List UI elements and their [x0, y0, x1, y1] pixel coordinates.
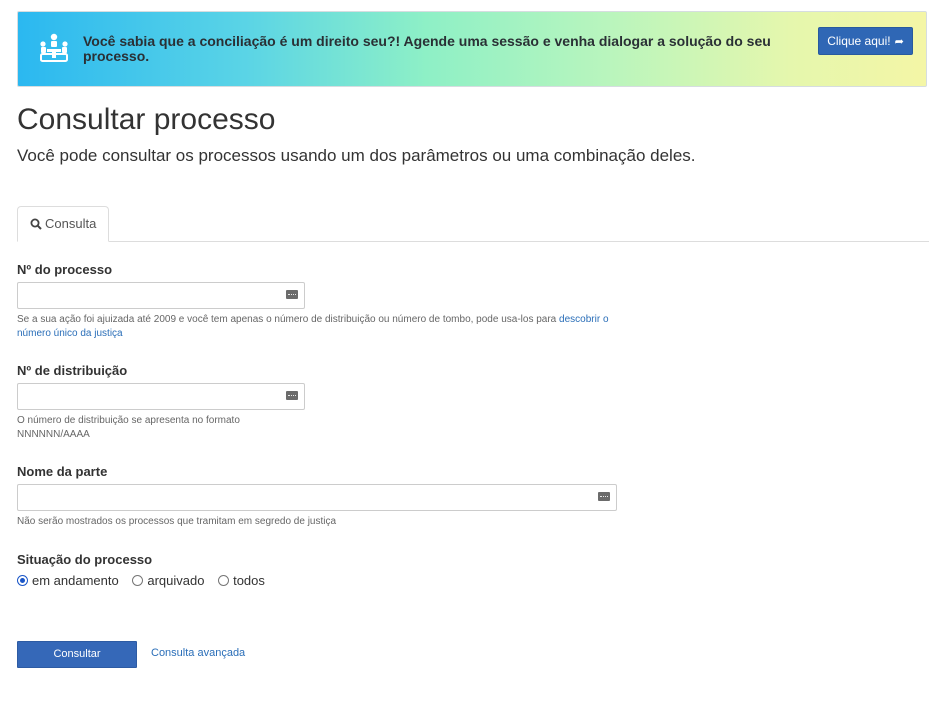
situacao-radio-group: em andamento arquivado todos	[17, 573, 275, 588]
numero-distribuicao-label: Nº de distribuição	[17, 363, 128, 378]
page-title: Consultar processo	[17, 103, 276, 136]
numero-distribuicao-help: O número de distribuição se apresenta no…	[17, 414, 240, 442]
keyboard-icon[interactable]	[286, 290, 298, 299]
tabs-divider	[17, 241, 929, 242]
numero-processo-field[interactable]	[17, 282, 305, 309]
numero-distribuicao-field[interactable]	[17, 383, 305, 410]
banner-cta-button[interactable]: Clique aqui! ➦	[818, 27, 913, 55]
radio-em-andamento[interactable]: em andamento	[17, 573, 119, 588]
numero-processo-help: Se a sua ação foi ajuizada até 2009 e vo…	[17, 313, 627, 341]
situacao-label: Situação do processo	[17, 552, 153, 567]
keyboard-icon[interactable]	[286, 391, 298, 400]
people-meeting-icon	[38, 32, 70, 64]
radio-button[interactable]	[132, 575, 144, 586]
search-icon	[30, 218, 42, 230]
radio-button[interactable]	[218, 575, 230, 586]
conciliation-banner: Você sabia que a conciliação é um direit…	[17, 11, 927, 87]
radio-label: todos	[233, 573, 265, 588]
banner-message: Você sabia que a conciliação é um direit…	[83, 33, 771, 64]
numero-distribuicao-help-line1: O número de distribuição se apresenta no…	[17, 415, 240, 426]
radio-button[interactable]	[17, 575, 28, 586]
radio-arquivado[interactable]: arquivado	[132, 573, 204, 588]
nome-parte-input[interactable]	[18, 485, 616, 510]
page-subtitle: Você pode consultar os processos usando …	[17, 146, 696, 165]
radio-todos[interactable]: todos	[218, 573, 265, 588]
radio-label: em andamento	[32, 573, 119, 588]
tab-consulta[interactable]: Consulta	[17, 206, 109, 242]
share-arrow-icon: ➦	[894, 36, 904, 48]
numero-distribuicao-input[interactable]	[18, 384, 304, 409]
numero-processo-label: Nº do processo	[17, 262, 113, 277]
numero-processo-help-text: Se a sua ação foi ajuizada até 2009 e vo…	[17, 314, 560, 325]
keyboard-icon[interactable]	[598, 492, 610, 501]
numero-distribuicao-help-line2: NNNNNN/AAAA	[17, 429, 90, 440]
consulta-avancada-link[interactable]: Consulta avançada	[151, 647, 245, 659]
banner-cta-label: Clique aqui!	[827, 34, 891, 48]
radio-label: arquivado	[147, 573, 205, 588]
nome-parte-field[interactable]	[17, 484, 617, 511]
numero-processo-input[interactable]	[18, 283, 304, 308]
nome-parte-help: Não serão mostrados os processos que tra…	[17, 516, 337, 527]
nome-parte-label: Nome da parte	[17, 464, 108, 479]
tab-consulta-label: Consulta	[45, 216, 97, 231]
consultar-button[interactable]: Consultar	[17, 641, 137, 668]
